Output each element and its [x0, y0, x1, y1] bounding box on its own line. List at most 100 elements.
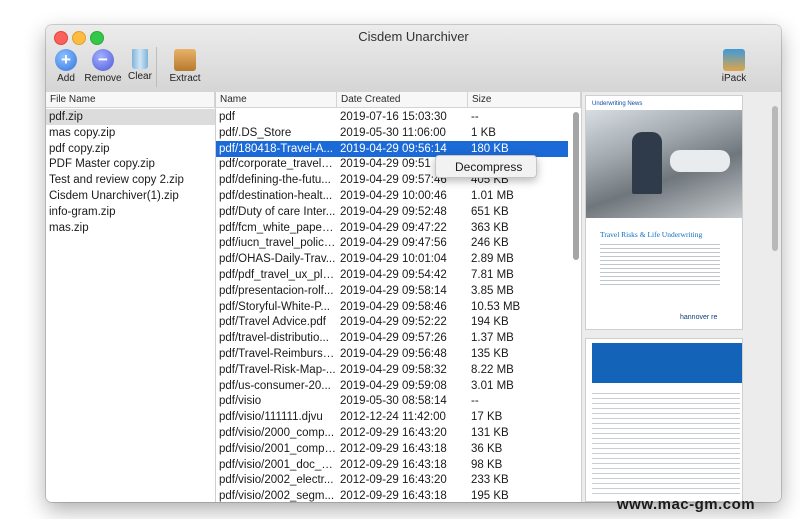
entry-name: pdf/visio/2001_compr...	[219, 442, 336, 455]
remove-icon: −	[92, 49, 114, 71]
table-row[interactable]: pdf/visio/2002_electr... 2012-09-29 16:43…	[216, 472, 568, 488]
watermark-text: www.mac-gm.com	[617, 496, 756, 513]
entry-name: pdf/.DS_Store	[219, 126, 292, 139]
entry-size: 10.53 MB	[471, 300, 521, 313]
entry-name: pdf/visio/111111.djvu	[219, 411, 323, 424]
extract-button[interactable]: Extract	[167, 49, 203, 84]
archive-list-item[interactable]: mas copy.zip	[46, 125, 215, 141]
entry-name: pdf/visio/2001_doc_b...	[219, 458, 336, 471]
table-row[interactable]: pdf/fcm_white_paper_... 2019-04-29 09:47:…	[216, 220, 568, 236]
table-row[interactable]: pdf/pdf_travel_ux_pla... 2019-04-29 09:54…	[216, 267, 568, 283]
table-row[interactable]: pdf 2019-07-16 15:03:30 --	[216, 109, 568, 125]
preview-text-lines	[600, 244, 720, 286]
archive-file-name: info-gram.zip	[49, 205, 116, 218]
entry-name: pdf/Duty of care Inter...	[219, 205, 336, 218]
ipack-icon	[723, 49, 745, 71]
table-row[interactable]: pdf/Travel Advice.pdf 2019-04-29 09:52:22…	[216, 314, 568, 330]
table-row[interactable]: pdf/.DS_Store 2019-05-30 11:06:00 1 KB	[216, 125, 568, 141]
archive-list-pane: File Name pdf.zip mas copy.zip pdf copy.zi…	[46, 92, 216, 502]
table-row[interactable]: pdf/visio/2001_compr... 2012-09-29 16:43:…	[216, 441, 568, 457]
entry-date-created: 2019-04-29 09:52:22	[340, 316, 447, 329]
entry-size: 1.01 MB	[471, 190, 514, 202]
archive-file-name: Test and review copy 2.zip	[49, 174, 184, 187]
add-button[interactable]: + Add	[54, 49, 78, 84]
entry-date-created: 2019-04-29 10:00:46	[340, 190, 447, 202]
preview-photo	[586, 110, 742, 218]
table-row[interactable]: pdf/visio/2002_segm... 2012-09-29 16:43:1…	[216, 488, 568, 502]
toolbar-divider	[156, 47, 157, 87]
entry-date-created: 2012-09-29 16:43:18	[340, 490, 447, 502]
app-window: Cisdem Unarchiver + Add − Remove Clear E…	[46, 25, 781, 502]
preview-aircraft	[670, 150, 730, 172]
preview-figure	[632, 132, 662, 194]
preview-pane: Underwriting News Travel Risks & Life Un…	[582, 92, 781, 502]
preview-table-lines	[592, 393, 740, 497]
table-row[interactable]: pdf/Travel-Reimburse... 2019-04-29 09:56:…	[216, 346, 568, 362]
entry-date-created: 2019-04-29 09:57:26	[340, 332, 447, 345]
size-column-header[interactable]: Size	[468, 92, 581, 108]
entry-size: 1.37 MB	[471, 332, 514, 345]
table-row[interactable]: pdf/visio 2019-05-30 08:58:14 --	[216, 393, 568, 409]
table-row[interactable]: pdf/visio/2001_doc_b... 2012-09-29 16:43:…	[216, 457, 568, 473]
archive-contents-pane: Name Date Created Size pdf 2019-07-16 15:…	[216, 92, 582, 502]
archive-list-item[interactable]: Test and review copy 2.zip	[46, 172, 215, 188]
clear-button[interactable]: Clear	[126, 49, 154, 82]
entry-size: 98 KB	[471, 458, 503, 471]
window-title: Cisdem Unarchiver	[358, 29, 469, 44]
table-row[interactable]: pdf/us-consumer-20... 2019-04-29 09:59:08…	[216, 378, 568, 394]
entry-date-created: 2019-04-29 10:01:04	[340, 253, 447, 266]
table-row[interactable]: pdf/iucn_travel_policy... 2019-04-29 09:4…	[216, 235, 568, 251]
entry-name: pdf/Travel-Risk-Map-...	[219, 363, 336, 376]
entry-size: 246 KB	[471, 237, 509, 250]
entry-date-created: 2012-09-29 16:43:20	[340, 474, 447, 487]
preview-scrollbar[interactable]	[772, 106, 778, 251]
date-created-column-header[interactable]: Date Created	[337, 92, 468, 108]
table-row[interactable]: pdf/Travel-Risk-Map-... 2019-04-29 09:58:…	[216, 362, 568, 378]
entry-date-created: 2019-04-29 09:47:22	[340, 221, 447, 234]
entry-name: pdf/visio/2002_segm...	[219, 490, 335, 502]
table-row[interactable]: pdf/destination-healt... 2019-04-29 10:00…	[216, 188, 568, 204]
table-row[interactable]: pdf/Duty of care Inter... 2019-04-29 09:5…	[216, 204, 568, 220]
entry-size: --	[471, 111, 479, 123]
entry-size: 131 KB	[471, 427, 509, 439]
archive-list-item[interactable]: mas.zip	[46, 220, 215, 236]
entry-name: pdf/visio/2000_comp...	[219, 427, 335, 439]
table-row[interactable]: pdf/Storyful-White-P... 2019-04-29 09:58:…	[216, 299, 568, 315]
entry-date-created: 2012-12-24 11:42:00	[340, 411, 446, 424]
preview-blue-banner	[592, 343, 742, 383]
add-label: Add	[57, 73, 75, 84]
extract-box-icon	[174, 49, 196, 71]
entry-date-created: 2019-05-30 08:58:14	[340, 395, 447, 408]
contents-scrollbar[interactable]	[573, 112, 579, 260]
entry-size: 7.81 MB	[471, 269, 514, 281]
entry-name: pdf/180418-Travel-A...	[219, 142, 333, 155]
entry-date-created: 2019-04-29 09:58:46	[340, 300, 447, 313]
entry-size: --	[471, 395, 479, 408]
archive-list-item[interactable]: pdf.zip	[46, 109, 215, 125]
archive-list-item[interactable]: info-gram.zip	[46, 204, 215, 220]
extract-label: Extract	[169, 73, 201, 84]
add-icon: +	[55, 49, 77, 71]
table-row[interactable]: pdf/presentacion-rolf... 2019-04-29 09:58…	[216, 283, 568, 299]
file-name-column-header[interactable]: File Name	[46, 92, 215, 108]
preview-brand: hannover re	[680, 314, 718, 321]
name-column-header[interactable]: Name	[216, 92, 337, 108]
entry-size: 135 KB	[471, 348, 509, 360]
table-row[interactable]: pdf/visio/2000_comp... 2012-09-29 16:43:2…	[216, 425, 568, 441]
archive-list-item[interactable]: Cisdem Unarchiver(1).zip	[46, 188, 215, 204]
preview-page-2	[585, 338, 743, 502]
archive-list-item[interactable]: PDF Master copy.zip	[46, 156, 215, 172]
archive-list-item[interactable]: pdf copy.zip	[46, 141, 215, 157]
entry-name: pdf/Travel Advice.pdf	[219, 316, 326, 329]
decompress-menu-item[interactable]: Decompress	[455, 160, 522, 174]
entry-size: 1 KB	[471, 126, 496, 139]
table-row[interactable]: pdf/visio/111111.djvu 2012-12-24 11:42:00…	[216, 409, 568, 425]
remove-button[interactable]: − Remove	[84, 49, 122, 84]
table-row[interactable]: pdf/travel-distributio... 2019-04-29 09:5…	[216, 330, 568, 346]
clear-label: Clear	[128, 71, 152, 82]
preview-newsletter-title: Underwriting News	[592, 101, 643, 107]
archive-file-name: PDF Master copy.zip	[49, 158, 155, 171]
table-row[interactable]: pdf/OHAS-Daily-Trav... 2019-04-29 10:01:0…	[216, 251, 568, 267]
ipack-button[interactable]: iPack	[719, 49, 749, 84]
context-menu: Decompress	[435, 155, 537, 178]
